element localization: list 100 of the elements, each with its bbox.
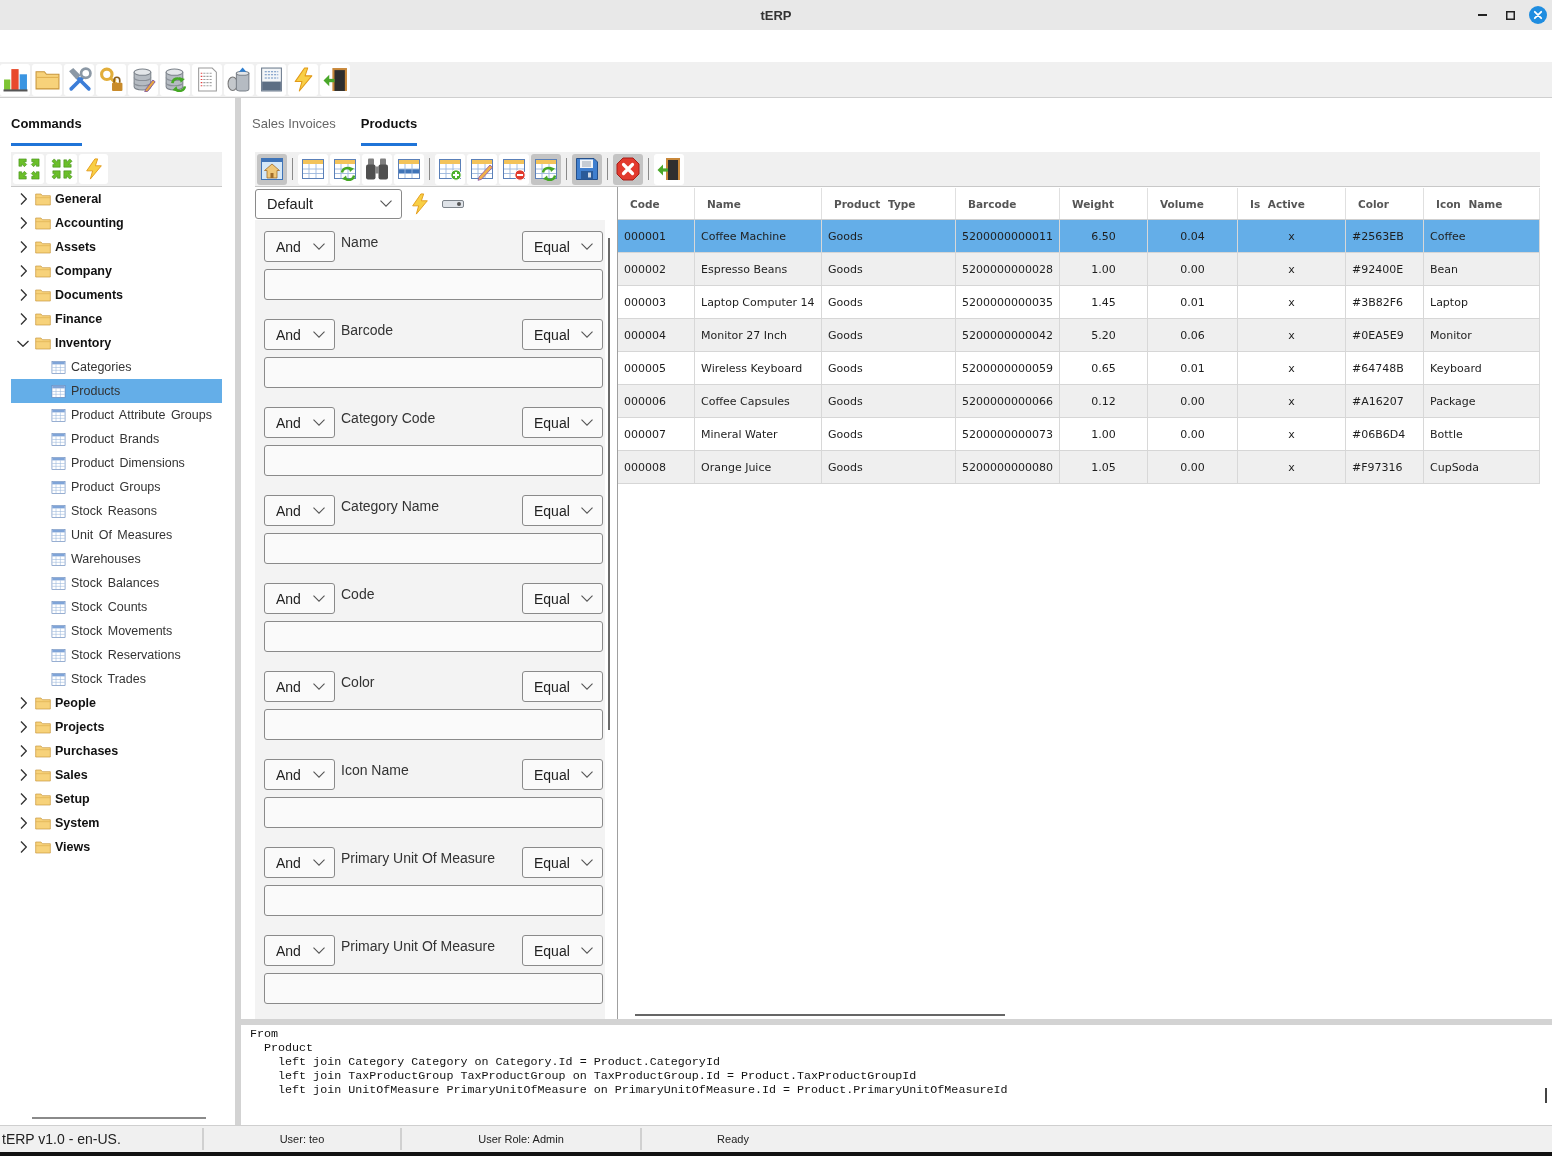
log-button[interactable] (256, 63, 286, 96)
connector-select[interactable]: And (264, 583, 335, 614)
tree-item[interactable]: Stock Reasons (11, 499, 222, 523)
tree-item[interactable]: Assets (11, 235, 222, 259)
table-row[interactable]: 000006 Coffee Capsules Goods 5200000000066 0.12 0.00 x #A16207 Package (618, 385, 1540, 418)
column-header[interactable]: Product Type (822, 188, 956, 219)
column-header[interactable]: Color (1346, 188, 1424, 219)
operator-select[interactable]: Equal (522, 935, 603, 966)
tree-item[interactable]: Finance (11, 307, 222, 331)
lightning-button[interactable] (79, 154, 108, 184)
close-button[interactable] (1528, 5, 1548, 25)
table-row[interactable]: 000005 Wireless Keyboard Goods 5200000000059 0.65 0.01 x #64748B Keyboard (618, 352, 1540, 385)
collapse-all-button[interactable] (46, 154, 77, 184)
filter-value-field[interactable] (264, 797, 603, 828)
column-header[interactable]: Is Active (1238, 188, 1346, 219)
operator-select[interactable]: Equal (522, 495, 603, 526)
tree-item[interactable]: System (11, 811, 222, 835)
document-tab[interactable]: Sales Invoices (252, 116, 336, 146)
refresh-button[interactable] (330, 153, 360, 185)
connector-select[interactable]: And (264, 319, 335, 350)
tree-item[interactable]: Stock Movements (11, 619, 222, 643)
tree-item[interactable]: Inventory (11, 331, 222, 355)
document-button[interactable] (192, 63, 222, 96)
column-header[interactable]: Icon Name (1424, 188, 1540, 219)
table-row[interactable]: 000008 Orange Juice Goods 5200000000080 1.05 0.00 x #F97316 CupSoda (618, 451, 1540, 484)
document-tab[interactable]: Products (360, 116, 418, 146)
operator-select[interactable]: Equal (522, 319, 603, 350)
tree-item[interactable]: Stock Balances (11, 571, 222, 595)
column-header[interactable]: Name (695, 188, 822, 219)
connector-select[interactable]: And (264, 407, 335, 438)
database-edit-button[interactable] (128, 63, 158, 96)
filter-value-field[interactable] (264, 709, 603, 740)
tree-item[interactable]: Stock Counts (11, 595, 222, 619)
filter-value-field[interactable] (264, 533, 603, 564)
tree-item[interactable]: Products (11, 379, 222, 403)
operator-select[interactable]: Equal (522, 847, 603, 878)
operator-select[interactable]: Equal (522, 759, 603, 790)
tree-item[interactable]: Stock Reservations (11, 643, 222, 667)
filter-value-field[interactable] (264, 357, 603, 388)
vertical-scrollbar[interactable] (1545, 1088, 1547, 1103)
tree-item[interactable]: Unit Of Measures (11, 523, 222, 547)
column-header[interactable]: Volume (1148, 188, 1238, 219)
operator-select[interactable]: Equal (522, 583, 603, 614)
find-button[interactable] (362, 153, 392, 185)
sidebar-tab[interactable]: Commands (11, 116, 82, 146)
vertical-scrollbar[interactable] (608, 238, 610, 730)
tree-item[interactable]: Product Brands (11, 427, 222, 451)
tree-item[interactable]: Product Dimensions (11, 451, 222, 475)
table-row[interactable]: 000003 Laptop Computer 14 Goods 5200000000035 1.45 0.01 x #3B82F6 Laptop (618, 286, 1540, 319)
column-header[interactable]: Weight (1060, 188, 1148, 219)
tree-item[interactable]: Views (11, 835, 222, 859)
operator-select[interactable]: Equal (522, 407, 603, 438)
chart-button[interactable] (0, 63, 30, 96)
tree-item[interactable]: Documents (11, 283, 222, 307)
row-view-button[interactable] (394, 153, 424, 185)
delete-row-button[interactable] (499, 153, 529, 185)
operator-select[interactable]: Equal (522, 671, 603, 702)
column-header[interactable]: Code (618, 188, 695, 219)
connector-select[interactable]: And (264, 231, 335, 262)
reload-button[interactable] (531, 153, 561, 185)
horizontal-scrollbar[interactable] (635, 1014, 1005, 1016)
home-button[interactable] (257, 153, 287, 185)
tree-item[interactable]: Setup (11, 787, 222, 811)
database-sync-button[interactable] (160, 63, 190, 96)
tree-item[interactable]: Categories (11, 355, 222, 379)
tree-item[interactable]: Sales (11, 763, 222, 787)
exit-button[interactable] (320, 63, 350, 96)
tree-item[interactable]: Product Attribute Groups (11, 403, 222, 427)
filter-value-field[interactable] (264, 621, 603, 652)
exit-button[interactable] (654, 153, 684, 185)
filter-value-field[interactable] (264, 973, 603, 1004)
filter-value-field[interactable] (264, 269, 603, 300)
view-select[interactable]: Default (255, 188, 402, 219)
expand-all-button[interactable] (13, 154, 44, 184)
column-header[interactable]: Barcode (956, 188, 1060, 219)
save-button[interactable] (572, 153, 602, 185)
tools-button[interactable] (64, 63, 94, 96)
tree-item[interactable]: Stock Trades (11, 667, 222, 691)
cancel-button[interactable] (613, 153, 643, 185)
tree-item[interactable]: Product Groups (11, 475, 222, 499)
horizontal-scrollbar[interactable] (32, 1117, 206, 1119)
filter-value-field[interactable] (264, 885, 603, 916)
tree-item[interactable]: General (11, 187, 222, 211)
operator-select[interactable]: Equal (522, 231, 603, 262)
connector-select[interactable]: And (264, 759, 335, 790)
edit-row-button[interactable] (467, 153, 497, 185)
table-row[interactable]: 000007 Mineral Water Goods 5200000000073 1.00 0.00 x #06B6D4 Bottle (618, 418, 1540, 451)
table-row[interactable]: 000001 Coffee Machine Goods 5200000000011 6.50 0.04 x #2563EB Coffee (618, 220, 1540, 253)
tree-item[interactable]: Projects (11, 715, 222, 739)
tree-item[interactable]: People (11, 691, 222, 715)
tree-item[interactable]: Purchases (11, 739, 222, 763)
filter-value-field[interactable] (264, 445, 603, 476)
tree-item[interactable]: Warehouses (11, 547, 222, 571)
connector-select[interactable]: And (264, 847, 335, 878)
add-row-button[interactable] (435, 153, 465, 185)
connector-select[interactable]: And (264, 495, 335, 526)
grid-view-button[interactable] (298, 153, 328, 185)
table-row[interactable]: 000004 Monitor 27 Inch Goods 5200000000042 5.20 0.06 x #0EA5E9 Monitor (618, 319, 1540, 352)
tree-item[interactable]: Accounting (11, 211, 222, 235)
connector-select[interactable]: And (264, 935, 335, 966)
